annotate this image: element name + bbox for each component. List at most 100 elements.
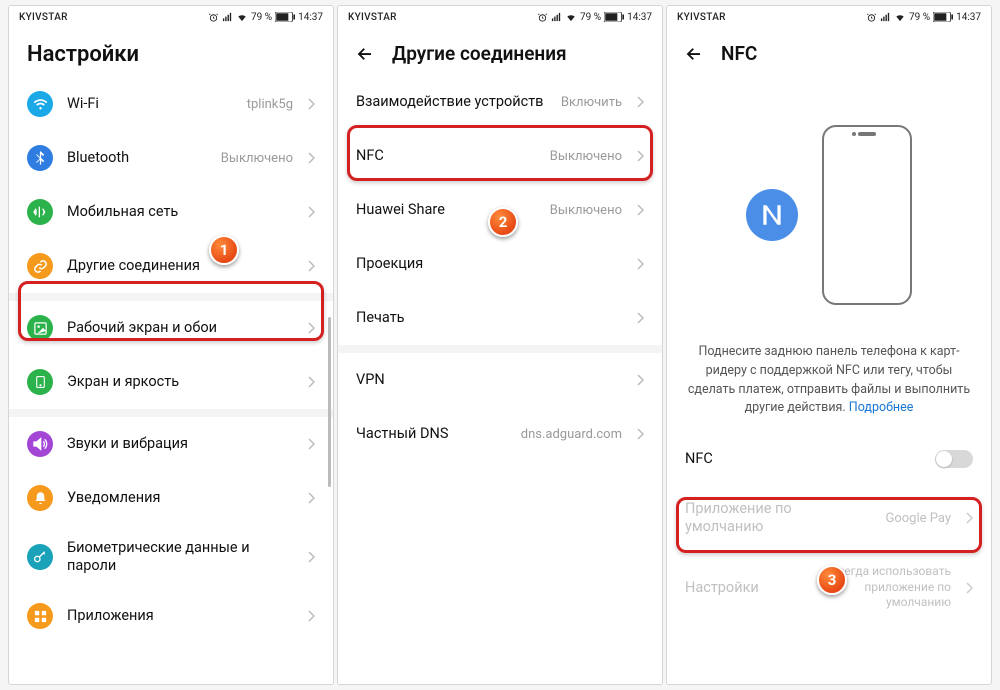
row-value: Включить [561,95,622,110]
signal-icon [551,12,562,23]
row-label: Биометрические данные и пароли [67,539,293,575]
settings-row[interactable]: Звуки и вибрация [9,417,333,471]
chevron-right-icon [965,512,973,524]
time-label: 14:37 [627,12,652,23]
signal-icon [222,12,233,23]
screen-nfc: KYIVSTAR 79 % 14:37 NFC Поднесите заднюю… [666,5,992,685]
sound-icon [27,431,53,457]
row-label: Приложения [67,607,293,625]
settings-row[interactable]: Другие соединения [9,239,333,293]
row-label: Печать [356,309,622,327]
default-app-row: Приложение по умолчанию Google Pay [667,486,991,550]
chevron-right-icon [636,374,644,386]
alarm-icon [866,12,877,23]
chevron-right-icon [636,428,644,440]
row-label: VPN [356,371,622,389]
settings-row[interactable]: Рабочий экран и обои [9,301,333,355]
battery-pct: 79 % [251,12,272,23]
status-bar: KYIVSTAR 79 % 14:37 [338,6,662,28]
settings-row[interactable]: Частный DNS dns.adguard.com [338,407,662,461]
connections-list[interactable]: Взаимодействие устройств Включить NFC Выклю… [338,75,662,684]
nfc-toggle-label: NFC [685,450,921,468]
nfc-toggle-switch[interactable] [935,450,973,468]
chevron-right-icon [307,551,315,563]
nfc-toggle-row[interactable]: NFC [667,432,991,486]
group-divider [9,409,333,417]
link-icon [27,253,53,279]
phone-outline-icon [822,125,912,305]
chevron-right-icon [965,582,973,594]
back-icon[interactable] [685,45,703,63]
row-value: dns.adguard.com [521,427,622,442]
learn-more-link[interactable]: Подробнее [849,400,914,415]
chevron-right-icon [636,312,644,324]
status-right: 79 % 14:37 [208,12,323,23]
scrollbar[interactable] [328,317,331,487]
chevron-right-icon [307,152,315,164]
row-value: Выключено [221,151,293,166]
back-icon[interactable] [356,45,374,63]
row-label: Рабочий экран и обои [67,319,293,337]
default-app-value: Google Pay [885,511,951,526]
page-title: Другие соединения [392,42,567,65]
chevron-right-icon [307,206,315,218]
settings-row[interactable]: VPN [338,353,662,407]
settings-row[interactable]: Приложения [9,589,333,643]
status-bar: KYIVSTAR 79 % 14:37 [667,6,991,28]
settings-row[interactable]: Мобильная сеть [9,185,333,239]
grid-icon [27,603,53,629]
row-value: Выключено [550,149,622,164]
status-right: 79 % 14:37 [866,12,981,23]
group-divider [9,293,333,301]
settings-row[interactable]: BluetoothВыключено [9,131,333,185]
default-app-label: Приложение по умолчанию [685,500,871,536]
bell-icon [27,485,53,511]
row-label: Wi-Fi [67,95,233,113]
chevron-right-icon [307,322,315,334]
chevron-right-icon [307,610,315,622]
row-label: Проекция [356,255,622,273]
chevron-right-icon [636,150,644,162]
settings-row[interactable]: Экран и яркость [9,355,333,409]
battery-icon [604,12,624,22]
carrier-label: KYIVSTAR [348,12,397,23]
page-title: NFC [721,42,757,65]
time-label: 14:37 [956,12,981,23]
nfc-badge-icon [746,189,798,241]
settings-list[interactable]: Wi-Fi tplink5g BluetoothВыключеноМобильная… [9,77,333,684]
chevron-right-icon [636,204,644,216]
chevron-right-icon [307,376,315,388]
settings-row[interactable]: Печать [338,291,662,345]
row-label: NFC [356,147,536,165]
page-header: Другие соединения [338,28,662,75]
settings-row[interactable]: Взаимодействие устройств Включить [338,75,662,129]
chevron-right-icon [636,96,644,108]
settings-row[interactable]: Проекция [338,237,662,291]
carrier-label: KYIVSTAR [19,12,68,23]
chevron-right-icon [307,492,315,504]
status-right: 79 % 14:37 [537,12,652,23]
group-divider [338,345,662,353]
battery-pct: 79 % [909,12,930,23]
row-label: Звуки и вибрация [67,435,293,453]
chevron-right-icon [636,258,644,270]
row-value: tplink5g [247,97,293,112]
chevron-right-icon [307,438,315,450]
signal-icon [27,199,53,225]
key-icon [27,544,53,570]
row-label: Взаимодействие устройств [356,93,547,111]
battery-icon [933,12,953,22]
phone-icon [27,369,53,395]
settings-row[interactable]: Уведомления [9,471,333,525]
status-bar: KYIVSTAR 79 % 14:37 [9,6,333,28]
page-header: Настройки [9,28,333,77]
page-header: NFC [667,28,991,75]
settings-row[interactable]: Wi-Fi tplink5g [9,77,333,131]
settings-row[interactable]: NFC Выключено [338,129,662,183]
page-title: Настройки [27,42,139,67]
chevron-right-icon [307,98,315,110]
settings-row[interactable]: Биометрические данные и пароли [9,525,333,589]
screen-other-connections: KYIVSTAR 79 % 14:37 Другие соединения Вз… [337,5,663,685]
row-value: Выключено [550,203,622,218]
row-label: Частный DNS [356,425,507,443]
